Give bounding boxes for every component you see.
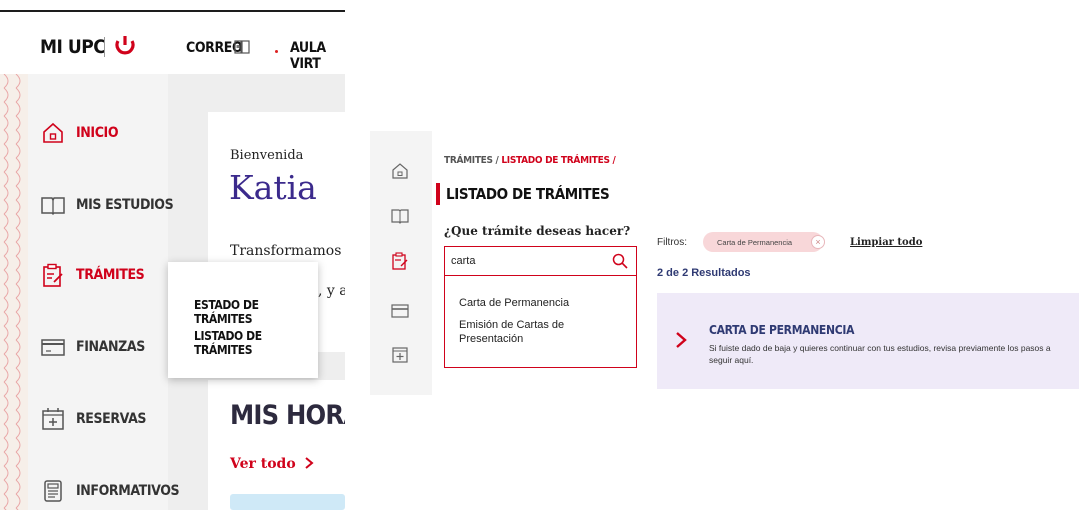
ver-todo-label: Ver todo [230, 456, 296, 472]
sidebar-item-reservas[interactable]: RESERVAS [40, 406, 147, 432]
suggestion-item[interactable]: Carta de Permanencia [459, 296, 629, 310]
menu-item-estado-tramites[interactable]: ESTADO DE TRÁMITES [194, 298, 318, 326]
left-screenshot: MI UPC CORREO AULA VIRT INICIO MIS ESTUD… [0, 0, 345, 510]
filter-chip[interactable]: Carta de Permanencia [703, 232, 823, 252]
title-accent-bar [436, 183, 440, 205]
horarios-title: MIS HORAR [230, 400, 345, 431]
results-count: 2 de 2 Resultados [657, 267, 751, 279]
clipboard-icon[interactable] [390, 251, 410, 271]
upc-logo-icon[interactable] [112, 32, 138, 58]
clipboard-icon [43, 263, 63, 287]
calendar-icon[interactable] [390, 344, 410, 364]
top-header: MI UPC CORREO AULA VIRT [0, 12, 345, 74]
menu-item-listado-tramites[interactable]: LISTADO DE TRÁMITES [194, 329, 318, 357]
result-card[interactable]: CARTA DE PERMANENCIA Si fuiste dado de b… [657, 293, 1079, 389]
page-title: LISTADO DE TRÁMITES [446, 185, 610, 203]
search-suggestions: Carta de Permanencia Emisión de Cartas d… [444, 276, 637, 368]
collapsed-sidebar [370, 131, 432, 395]
book-icon[interactable] [390, 206, 410, 226]
breadcrumb-tramites[interactable]: TRÁMITES / [444, 155, 499, 166]
mail-icon[interactable] [234, 39, 250, 55]
user-name: Katia [229, 168, 317, 207]
chevron-right-icon[interactable] [674, 331, 688, 349]
sidebar-item-inicio[interactable]: INICIO [40, 120, 119, 146]
search-question: ¿Que trámite deseas hacer? [444, 224, 631, 238]
result-description: Si fuiste dado de baja y quieres continu… [709, 343, 1051, 365]
right-screenshot: TRÁMITES / LISTADO DE TRÁMITES / LISTADO… [370, 131, 1079, 395]
logo-separator [104, 37, 105, 57]
logo-text[interactable]: MI UPC [40, 36, 106, 58]
breadcrumb: TRÁMITES / LISTADO DE TRÁMITES / [444, 155, 616, 166]
ver-todo-link[interactable]: Ver todo [230, 456, 314, 472]
sidebar-item-finanzas[interactable]: FINANZAS [40, 334, 145, 360]
chevron-right-icon [304, 457, 314, 469]
home-icon [43, 122, 63, 143]
result-title[interactable]: CARTA DE PERMANENCIA [709, 323, 854, 337]
sidebar-item-label: RESERVAS [76, 411, 147, 427]
breadcrumb-listado[interactable]: LISTADO DE TRÁMITES / [501, 155, 615, 166]
sidebar-item-informativos[interactable]: INFORMATIVOS [40, 478, 180, 504]
sidebar-item-label: MIS ESTUDIOS [76, 197, 174, 213]
search-field[interactable] [444, 246, 637, 276]
filters-label: Filtros: [657, 237, 687, 248]
aula-virtual-link[interactable]: AULA VIRT [290, 40, 345, 72]
sidebar-item-label: INFORMATIVOS [76, 483, 180, 499]
welcome-text-line: Transformamos [230, 243, 342, 259]
welcome-greeting: Bienvenida [230, 148, 304, 163]
card-icon [41, 339, 65, 356]
search-input[interactable] [451, 248, 601, 274]
sidebar-item-tramites[interactable]: TRÁMITES [40, 262, 145, 288]
schedule-pill[interactable] [230, 494, 345, 510]
suggestion-item[interactable]: Emisión de Cartas de Presentación [459, 318, 629, 346]
sidebar-item-label: INICIO [76, 125, 119, 141]
search-icon[interactable] [612, 253, 628, 269]
newspaper-icon [44, 480, 62, 502]
calendar-icon [42, 408, 64, 430]
decorative-pattern [0, 74, 28, 510]
tramites-submenu: ESTADO DE TRÁMITES LISTADO DE TRÁMITES [168, 262, 318, 378]
clear-filters-link[interactable]: Limpiar todo [850, 237, 922, 248]
home-icon[interactable] [390, 161, 410, 181]
sidebar-item-label: FINANZAS [76, 339, 145, 355]
header-dot [275, 50, 278, 53]
card-icon[interactable] [390, 301, 410, 321]
zigzag-pattern-icon [0, 74, 28, 510]
filter-chip-label: Carta de Permanencia [717, 237, 793, 247]
sidebar-item-mis-estudios[interactable]: MIS ESTUDIOS [40, 192, 174, 218]
book-icon [41, 197, 65, 216]
sidebar-item-label: TRÁMITES [76, 267, 145, 283]
close-icon[interactable]: × [811, 235, 825, 249]
